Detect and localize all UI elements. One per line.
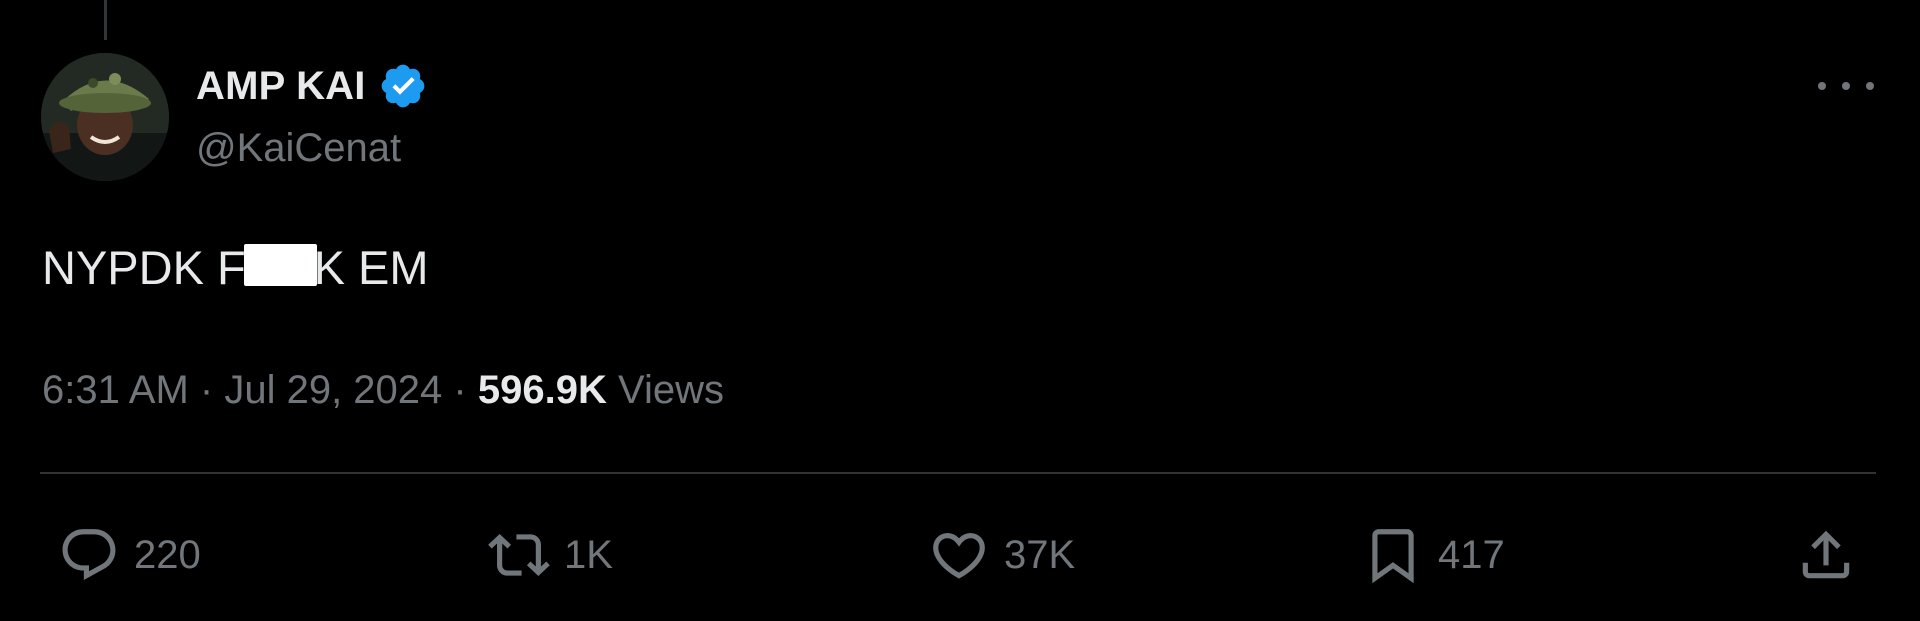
repost-count: 1K — [564, 532, 613, 577]
tweet-time[interactable]: 6:31 AM — [42, 368, 189, 412]
author-handle[interactable]: @KaiCenat — [196, 126, 428, 171]
tweet-date[interactable]: Jul 29, 2024 — [224, 368, 442, 412]
avatar-image — [41, 53, 169, 181]
censor-bar — [243, 244, 317, 286]
display-name[interactable]: AMP KAI — [196, 64, 366, 109]
views-label: Views — [617, 368, 724, 412]
censored-word-part: UC — [243, 240, 317, 295]
divider — [40, 472, 1876, 474]
reply-icon — [62, 529, 116, 581]
avatar[interactable] — [41, 53, 169, 181]
share-icon — [1802, 530, 1850, 579]
like-count: 37K — [1004, 532, 1076, 577]
views-count[interactable]: 596.9K — [478, 368, 607, 412]
more-dot-icon — [1818, 82, 1826, 90]
more-dot-icon — [1866, 82, 1874, 90]
author-block: AMP KAI @KaiCenat — [196, 60, 428, 171]
thread-connector-line — [104, 0, 107, 40]
meta-separator: · — [199, 368, 214, 412]
verified-badge-icon[interactable] — [378, 61, 428, 111]
reply-button[interactable]: 220 — [58, 520, 201, 590]
more-options-button[interactable] — [1818, 66, 1874, 106]
tweet-text-end: K EM — [313, 241, 429, 294]
like-button[interactable]: 37K — [928, 520, 1075, 590]
author-name-row: AMP KAI — [196, 60, 428, 112]
bookmark-icon — [1372, 529, 1414, 584]
tweet-text: NYPDK FUCK EM — [42, 240, 429, 295]
heart-icon — [933, 533, 985, 579]
tweet-text-start: NYPDK F — [42, 241, 246, 294]
tweet-metadata: 6:31 AM · Jul 29, 2024 · 596.9K Views — [42, 368, 724, 413]
repost-icon — [488, 534, 550, 576]
share-button[interactable] — [1795, 520, 1857, 590]
repost-button[interactable]: 1K — [488, 520, 613, 590]
bookmark-button[interactable]: 417 — [1362, 520, 1505, 590]
meta-separator: · — [453, 368, 467, 412]
reply-count: 220 — [134, 532, 201, 577]
tweet-actions-bar: 220 1K 37K 417 — [0, 520, 1920, 590]
more-dot-icon — [1842, 82, 1850, 90]
bookmark-count: 417 — [1438, 532, 1505, 577]
